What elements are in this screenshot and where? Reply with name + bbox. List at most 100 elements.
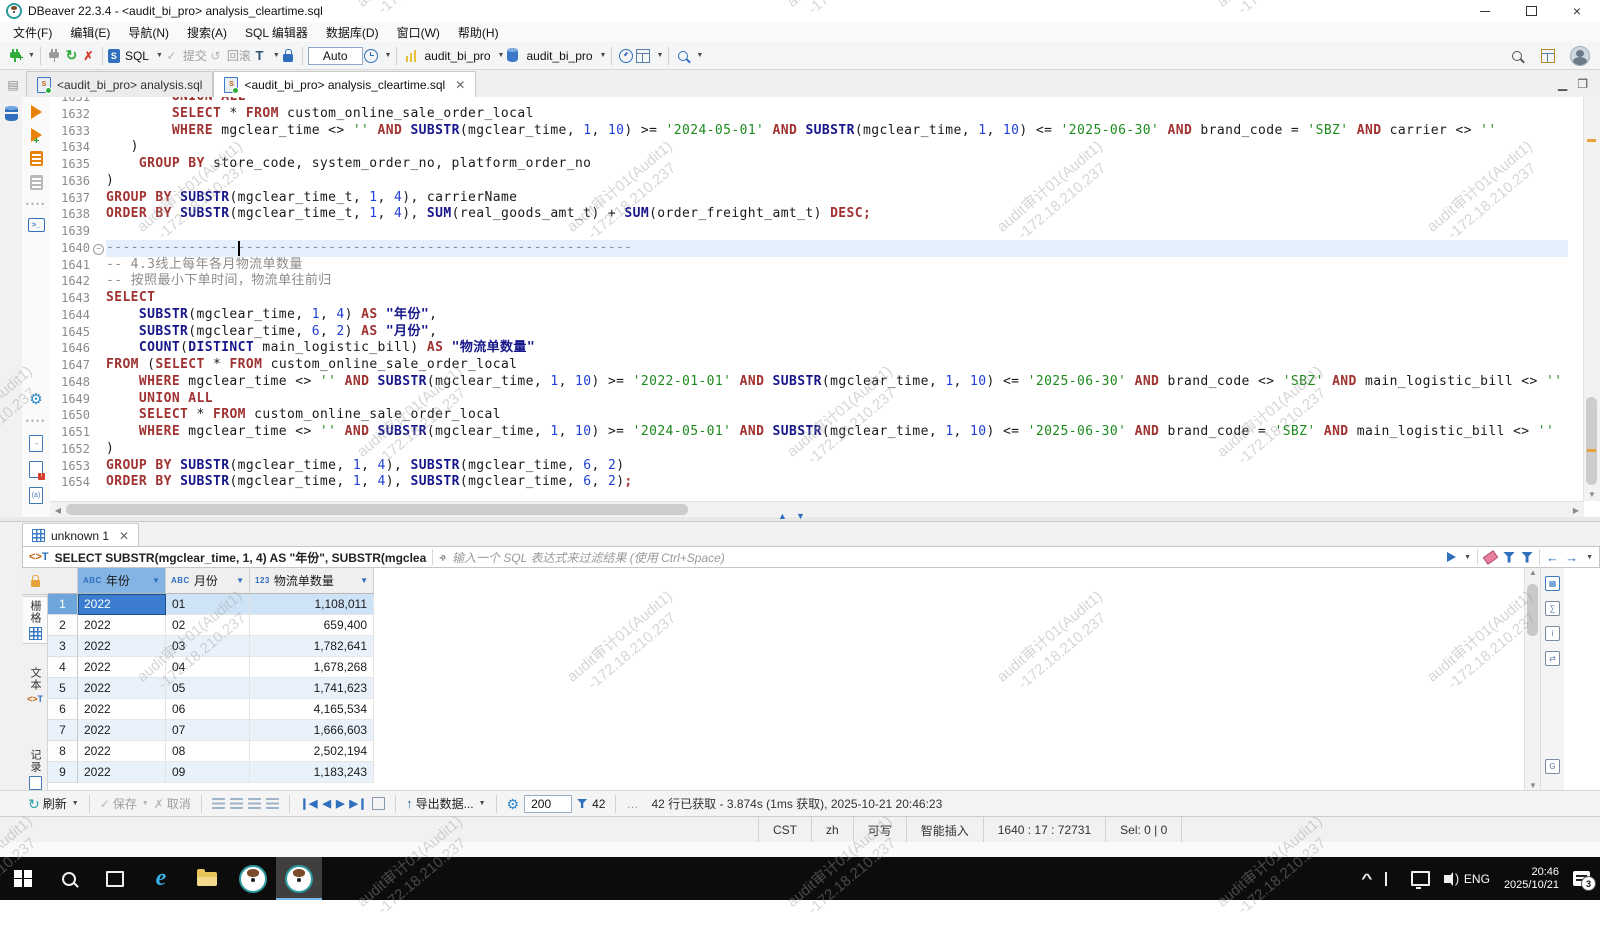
fold-marker-icon[interactable]: − — [93, 244, 104, 255]
menu-item[interactable]: 编辑(E) — [61, 24, 119, 41]
sql-editor-button[interactable]: S SQL ▼ — [108, 49, 163, 63]
table-cell[interactable]: 2,502,194 — [250, 741, 374, 762]
scrollbar-thumb[interactable] — [1527, 584, 1538, 636]
results-tab-unknown-1[interactable]: unknown 1 ✕ — [22, 523, 139, 547]
sql-editor[interactable]: 1631163216331634163516361637163816391640… — [50, 97, 1584, 501]
minimize-button[interactable] — [1462, 0, 1508, 22]
table-cell[interactable]: 06 — [166, 699, 250, 720]
table-cell[interactable]: 1,108,011 — [250, 594, 374, 615]
table-row[interactable]: 72022071,666,603 — [48, 720, 374, 741]
results-grid[interactable]: ABC年份▼ABC月份▼123物流单数量▼12022011,108,011220… — [48, 568, 1524, 790]
editor-horizontal-scrollbar[interactable]: ◀ ▶ — [50, 501, 1584, 518]
table-cell[interactable]: 05 — [166, 678, 250, 699]
table-cell[interactable]: 659,400 — [250, 615, 374, 636]
commit-button[interactable]: ✓ 提交 — [163, 47, 207, 64]
search-button[interactable]: ▼ — [674, 47, 703, 64]
scrollbar-thumb[interactable] — [66, 504, 688, 515]
export-data-button[interactable]: ↑ 导出数据... ▼ — [406, 795, 485, 812]
transaction-log-button[interactable]: T ▼ — [251, 47, 280, 64]
menu-item[interactable]: 帮助(H) — [449, 24, 508, 41]
splitter-collapse-down-icon[interactable]: ▼ — [796, 511, 805, 521]
menu-item[interactable]: 窗口(W) — [388, 24, 449, 41]
table-cell[interactable]: 2022 — [78, 594, 166, 615]
disconnect-icon[interactable]: ✗ — [80, 47, 97, 64]
fetch-all-icon[interactable] — [372, 797, 385, 810]
tx-timeout-button[interactable]: ▼ — [363, 47, 392, 64]
rollback-button[interactable]: ↺ 回滚 — [207, 47, 251, 64]
file-explorer-button[interactable] — [184, 857, 230, 900]
row-number[interactable]: 5 — [48, 678, 78, 699]
grid-vertical-scrollbar[interactable]: ▲ ▼ — [1524, 568, 1541, 790]
row-number[interactable]: 1 — [48, 594, 78, 615]
new-connection-button[interactable]: +▼ — [6, 47, 35, 64]
table-cell[interactable]: 2022 — [78, 762, 166, 783]
row-number[interactable]: 2 — [48, 615, 78, 636]
scrollbar-thumb[interactable] — [1586, 397, 1597, 485]
table-cell[interactable]: 2022 — [78, 636, 166, 657]
execute-statement-icon[interactable] — [31, 105, 42, 119]
table-row[interactable]: 12022011,108,011 — [48, 594, 374, 615]
taskbar-clock[interactable]: 20:46 2025/10/21 — [1504, 866, 1559, 892]
edit-filter-icon[interactable] — [1503, 552, 1515, 563]
connect-icon[interactable] — [46, 47, 63, 64]
table-cell[interactable]: 2022 — [78, 615, 166, 636]
menu-item[interactable]: 搜索(A) — [178, 24, 236, 41]
code-area[interactable]: UNION ALL SELECT * FROM custom_online_sa… — [106, 97, 1568, 501]
execute-new-tab-icon[interactable]: + — [31, 128, 42, 142]
tray-expand-icon[interactable]: ^ — [1361, 871, 1372, 886]
volume-tray-icon[interactable] — [1444, 875, 1450, 883]
tab-analysis-sql[interactable]: S <audit_bi_pro> analysis.sql — [26, 71, 213, 97]
table-cell[interactable]: 2022 — [78, 720, 166, 741]
minimize-editor-icon[interactable]: ▁ — [1558, 77, 1567, 91]
maximize-button[interactable] — [1508, 0, 1554, 22]
close-results-tab-icon[interactable]: ✕ — [119, 529, 129, 543]
delete-row-icon[interactable] — [248, 798, 261, 809]
grouping-panel-icon[interactable]: G — [1545, 759, 1560, 774]
table-cell[interactable]: 02 — [166, 615, 250, 636]
dbeaver-taskbar-button[interactable] — [230, 857, 276, 900]
settings-gear-icon[interactable]: ⚙ — [29, 392, 42, 407]
scroll-right-icon[interactable]: ▶ — [1568, 506, 1584, 515]
user-avatar[interactable] — [1570, 46, 1590, 66]
table-row[interactable]: 52022051,741,623 — [48, 678, 374, 699]
table-cell[interactable]: 1,782,641 — [250, 636, 374, 657]
save-button[interactable]: ✓ 保存 ▼ — [100, 795, 149, 812]
grid-settings-gear-icon[interactable]: ⚙ — [507, 797, 520, 811]
task-view-button[interactable] — [92, 857, 138, 900]
prev-page-icon[interactable]: ◀ — [322, 797, 330, 810]
input-language[interactable]: ENG — [1464, 872, 1490, 886]
row-options-icon[interactable] — [266, 798, 279, 809]
database-select[interactable]: audit_bi_pro ▼ — [504, 47, 606, 64]
metadata-panel-icon[interactable]: i — [1545, 626, 1560, 641]
layout-button[interactable]: ▼ — [634, 47, 663, 64]
add-row-icon[interactable] — [212, 798, 225, 809]
row-number[interactable]: 4 — [48, 657, 78, 678]
lock-icon[interactable] — [280, 47, 297, 64]
row-number[interactable]: 3 — [48, 636, 78, 657]
scroll-down-icon[interactable]: ▼ — [1584, 490, 1600, 499]
table-cell[interactable]: 09 — [166, 762, 250, 783]
taskbar-search-button[interactable] — [46, 857, 92, 900]
table-cell[interactable]: 2022 — [78, 741, 166, 762]
database-navigator-icon[interactable] — [5, 107, 18, 121]
table-row[interactable]: 42022041,678,268 — [48, 657, 374, 678]
column-menu-icon[interactable]: ▼ — [152, 576, 160, 585]
menu-item[interactable]: 数据库(D) — [317, 24, 388, 41]
scroll-up-icon[interactable]: ▲ — [1525, 568, 1541, 577]
table-cell[interactable]: 4,165,534 — [250, 699, 374, 720]
dashboard-icon[interactable] — [617, 47, 634, 64]
column-header-3[interactable]: 123物流单数量▼ — [250, 568, 374, 594]
apply-filter-icon[interactable] — [1447, 552, 1456, 562]
close-button[interactable]: × — [1554, 0, 1600, 22]
save-filter-icon[interactable] — [1521, 552, 1533, 563]
tab-analysis-cleartime-sql[interactable]: S <audit_bi_pro> analysis_cleartime.sql … — [213, 71, 476, 97]
editor-vertical-scrollbar[interactable]: ▼ — [1583, 97, 1600, 501]
menu-item[interactable]: 文件(F) — [4, 24, 61, 41]
menu-item[interactable]: SQL 编辑器 — [236, 24, 317, 41]
overflow-dots[interactable]: … — [626, 797, 638, 811]
history-back-icon[interactable]: ← — [1546, 550, 1559, 565]
column-header-2[interactable]: ABC月份▼ — [166, 568, 250, 594]
table-row[interactable]: 2202202659,400 — [48, 615, 374, 636]
table-cell[interactable]: 2022 — [78, 699, 166, 720]
restore-panel-icon[interactable]: ▤ — [0, 78, 26, 97]
